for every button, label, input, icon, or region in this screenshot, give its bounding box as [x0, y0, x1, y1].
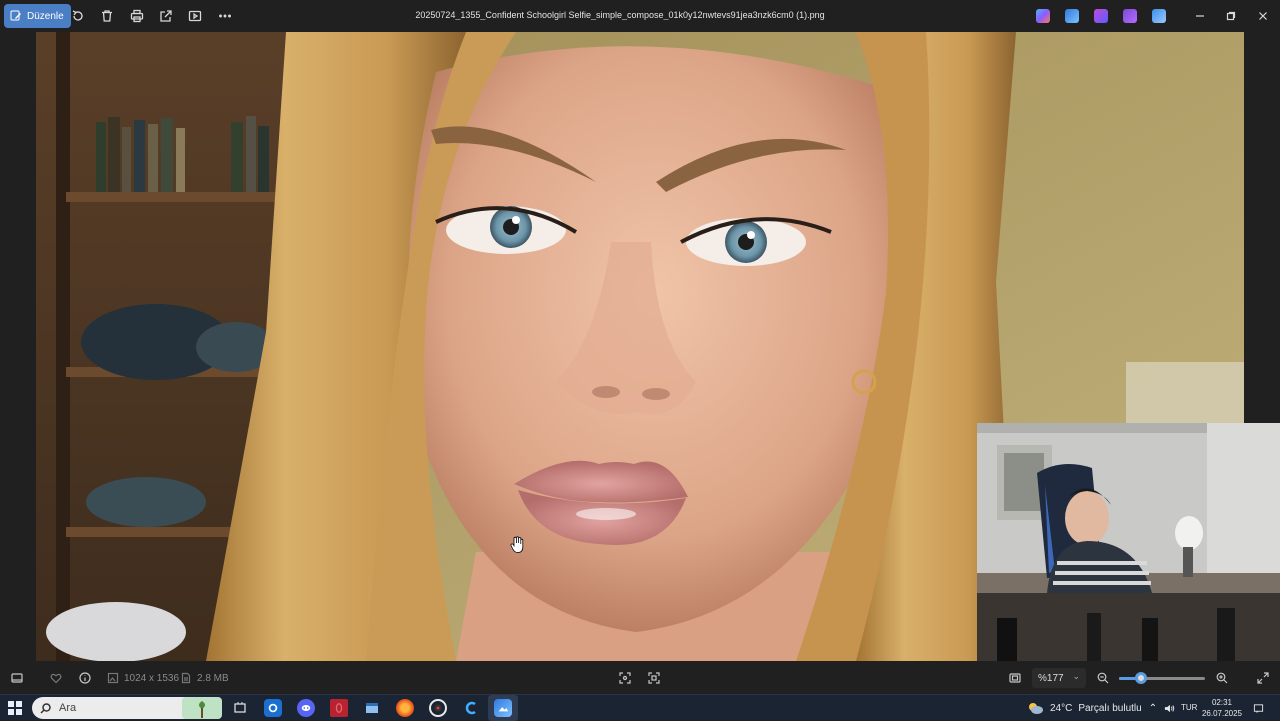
app-window-icon[interactable]: [363, 699, 381, 717]
fullscreen-icon[interactable]: [1256, 671, 1270, 685]
slideshow-icon[interactable]: [186, 7, 204, 25]
outlook-icon[interactable]: [264, 699, 282, 717]
filmstrip-icon[interactable]: [10, 671, 24, 685]
capcut-icon[interactable]: [462, 699, 480, 717]
discord-icon[interactable]: [297, 699, 315, 717]
input-language[interactable]: TUR: [1181, 703, 1197, 712]
windows-start-icon[interactable]: [8, 701, 22, 715]
restore-icon[interactable]: [1222, 7, 1240, 25]
partly-cloudy-icon: [1029, 703, 1043, 714]
designer-icon[interactable]: [1123, 9, 1137, 23]
zoom-level-dropdown[interactable]: %177 ⌄: [1032, 668, 1086, 688]
taskbar: Ara 24°C Parçalı bulutlu ⌃ TUR 02:31 26.…: [0, 694, 1280, 721]
webcam-image: [977, 423, 1280, 661]
taskbar-search-box[interactable]: Ara: [32, 697, 222, 719]
clock-time: 02:31: [1211, 698, 1233, 707]
zoom-slider-thumb[interactable]: [1135, 672, 1148, 684]
rotate-icon[interactable]: [69, 7, 87, 25]
dimensions-icon: [106, 671, 120, 685]
onedrive-icon[interactable]: [1152, 9, 1166, 23]
hand-cursor-icon: [510, 536, 524, 553]
favorite-icon[interactable]: [49, 671, 63, 685]
photos-edit-icon[interactable]: [1065, 9, 1079, 23]
file-size-icon: [179, 671, 193, 685]
clock[interactable]: 02:31 26.07.2025: [1200, 697, 1244, 719]
firefox-icon[interactable]: [396, 699, 414, 717]
photos-app-icon[interactable]: [494, 699, 512, 717]
task-view-icon[interactable]: [231, 699, 249, 717]
edit-button-label: Düzenle: [27, 10, 64, 22]
file-title: 20250724_1355_Confident Schoolgirl Selfi…: [415, 10, 825, 20]
weather-temp: 24°C: [1050, 702, 1073, 714]
edit-icon: [10, 10, 21, 21]
clipchamp-icon[interactable]: [1094, 9, 1108, 23]
search-highlight-icon: [182, 697, 222, 719]
search-placeholder: Ara: [59, 702, 77, 714]
chevron-down-icon: ⌄: [1072, 671, 1080, 681]
clock-date: 26.07.2025: [1201, 709, 1243, 718]
search-icon: [40, 702, 51, 714]
obs-icon[interactable]: [429, 699, 447, 717]
fit-to-window-icon[interactable]: [618, 671, 632, 685]
actual-size-icon[interactable]: [647, 671, 661, 685]
title-bar: Düzenle 20250724_1355_Confident Schoolgi…: [0, 0, 1280, 32]
image-dimensions: 1024 x 1536: [124, 673, 180, 684]
chevron-up-icon[interactable]: ⌃: [1147, 702, 1159, 714]
more-icon[interactable]: [216, 7, 234, 25]
file-size: 2.8 MB: [197, 673, 229, 684]
copilot-icon[interactable]: [1036, 9, 1050, 23]
share-icon[interactable]: [157, 7, 175, 25]
volume-icon[interactable]: [1163, 702, 1175, 714]
edit-button[interactable]: Düzenle: [4, 4, 71, 28]
zoom-in-icon[interactable]: [1215, 671, 1229, 685]
minimize-icon[interactable]: [1191, 7, 1209, 25]
fullscreen-fit-icon[interactable]: [1008, 671, 1022, 685]
weather-widget[interactable]: 24°C Parçalı bulutlu: [1026, 701, 1142, 715]
print-icon[interactable]: [128, 7, 146, 25]
zoom-out-icon[interactable]: [1096, 671, 1110, 685]
opera-icon[interactable]: [330, 699, 348, 717]
zoom-level-value: %177: [1038, 672, 1064, 684]
webcam-overlay: [977, 423, 1280, 661]
weather-text: Parçalı bulutlu: [1078, 702, 1142, 714]
notifications-icon[interactable]: [1252, 702, 1264, 714]
info-icon[interactable]: [78, 671, 92, 685]
status-bar: 1024 x 1536 2.8 MB %177 ⌄: [0, 662, 1280, 694]
close-icon[interactable]: [1254, 7, 1272, 25]
delete-icon[interactable]: [98, 7, 116, 25]
zoom-slider[interactable]: [1119, 672, 1205, 684]
photos-app-window: Düzenle 20250724_1355_Confident Schoolgi…: [0, 0, 1280, 694]
